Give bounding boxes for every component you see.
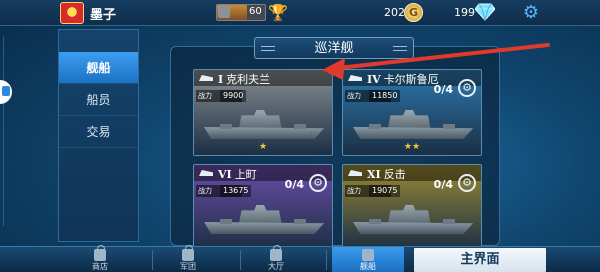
title-decoration-right bbox=[393, 46, 407, 51]
nav-item-shop[interactable]: 商店 bbox=[70, 245, 130, 272]
parts-count: 0/4 bbox=[433, 83, 453, 96]
ship-name: 卡尔斯鲁厄 bbox=[383, 73, 439, 86]
ship-gun bbox=[443, 219, 455, 224]
menu-item-ships[interactable]: 舰船 bbox=[59, 52, 138, 84]
star-rating: ★ bbox=[258, 142, 268, 152]
ship-gun bbox=[294, 219, 306, 224]
diamond-icon[interactable] bbox=[475, 3, 495, 21]
gear-icon[interactable]: ⚙ bbox=[458, 79, 476, 97]
power-value: 11850 bbox=[369, 90, 401, 102]
player-name: 墨子 bbox=[90, 8, 117, 23]
ship-gun bbox=[369, 124, 381, 129]
ship-tier: XI bbox=[367, 168, 381, 181]
drawer-icon bbox=[2, 86, 10, 96]
gold-coin-icon[interactable]: G bbox=[404, 3, 423, 22]
lock-icon bbox=[270, 245, 282, 261]
nav-item-legion[interactable]: 军团 bbox=[158, 245, 218, 272]
diamond-amount: 199 bbox=[454, 6, 475, 19]
nav-label: 商店 bbox=[92, 262, 108, 271]
ship-tier: VI bbox=[218, 168, 232, 181]
ship-name: 反击 bbox=[383, 168, 406, 181]
edge-divider bbox=[0, 36, 4, 226]
gear-icon[interactable]: ⚙ bbox=[458, 174, 476, 192]
nav-label: 军团 bbox=[180, 262, 196, 271]
main-screen-button[interactable]: 主界面 bbox=[414, 248, 546, 272]
top-bar: 墨子 60 🏆 202 G 199 ⚙ bbox=[0, 0, 600, 26]
ship-gun bbox=[369, 219, 381, 224]
parts-count: 0/4 bbox=[433, 178, 453, 191]
ship-card[interactable]: IV 卡尔斯鲁厄 战力 11850 0/4 ⚙ ★★ bbox=[342, 69, 482, 156]
nav-divider bbox=[240, 250, 241, 270]
parts-count: 0/4 bbox=[284, 178, 304, 191]
ship-superstructure bbox=[388, 110, 431, 128]
ship-tier: I bbox=[218, 73, 224, 86]
power-label: 战力 bbox=[347, 187, 361, 195]
ship-title: I 克利夫兰 bbox=[218, 71, 270, 87]
ship-card[interactable]: VI 上町 战力 13675 0/4 ⚙ bbox=[193, 164, 333, 251]
lock-icon bbox=[94, 245, 106, 261]
ship-title: VI 上町 bbox=[218, 166, 257, 182]
ship-title: XI 反击 bbox=[367, 166, 406, 182]
bottom-nav: 商店 军团 大厅 舰船 主界面 bbox=[0, 245, 600, 272]
menu-item-crew[interactable]: 船员 bbox=[59, 84, 138, 116]
rank-icon bbox=[218, 6, 230, 18]
gear-icon[interactable]: ⚙ bbox=[309, 174, 327, 192]
power-label: 战力 bbox=[198, 187, 212, 195]
ship-icon bbox=[362, 249, 374, 261]
power-value: 13675 bbox=[220, 185, 252, 197]
panel-title: 巡洋舰 bbox=[314, 41, 354, 56]
menu-item-trade[interactable]: 交易 bbox=[59, 116, 138, 148]
ship-title: IV 卡尔斯鲁厄 bbox=[367, 71, 439, 87]
ship-tier: IV bbox=[367, 73, 381, 86]
panel-title-banner: 巡洋舰 bbox=[254, 37, 414, 59]
power-value: 9900 bbox=[220, 90, 247, 102]
nav-divider bbox=[152, 250, 153, 270]
ship-card[interactable]: XI 反击 战力 19075 0/4 ⚙ bbox=[342, 164, 482, 251]
nav-divider bbox=[326, 250, 327, 270]
side-menu: 舰船 船员 交易 bbox=[58, 29, 139, 242]
nav-item-hall[interactable]: 大厅 bbox=[246, 245, 306, 272]
ship-superstructure bbox=[388, 205, 431, 223]
ship-gun bbox=[220, 124, 232, 129]
ship-name: 上町 bbox=[234, 168, 257, 181]
ship-gun bbox=[294, 124, 306, 129]
ship-superstructure bbox=[239, 110, 282, 128]
ship-name: 克利夫兰 bbox=[226, 73, 271, 86]
power-label: 战力 bbox=[198, 92, 212, 100]
power-value: 19075 bbox=[369, 185, 401, 197]
player-avatar[interactable] bbox=[60, 2, 84, 24]
gear-icon[interactable]: ⚙ bbox=[521, 3, 541, 23]
lock-icon bbox=[182, 245, 194, 261]
nav-label: 舰船 bbox=[360, 262, 376, 271]
star-rating: ★★ bbox=[403, 142, 421, 152]
nav-label: 大厅 bbox=[268, 262, 284, 271]
ship-superstructure bbox=[239, 205, 282, 223]
gold-amount: 202 bbox=[384, 6, 405, 19]
ship-gun bbox=[443, 124, 455, 129]
nav-item-ships[interactable]: 舰船 bbox=[332, 247, 404, 272]
ship-card[interactable]: I 克利夫兰 战力 9900 ★ bbox=[193, 69, 333, 156]
ship-gun bbox=[220, 219, 232, 224]
power-label: 战力 bbox=[347, 92, 361, 100]
player-level: 60 bbox=[249, 6, 262, 17]
trophy-icon[interactable]: 🏆 bbox=[268, 3, 288, 23]
